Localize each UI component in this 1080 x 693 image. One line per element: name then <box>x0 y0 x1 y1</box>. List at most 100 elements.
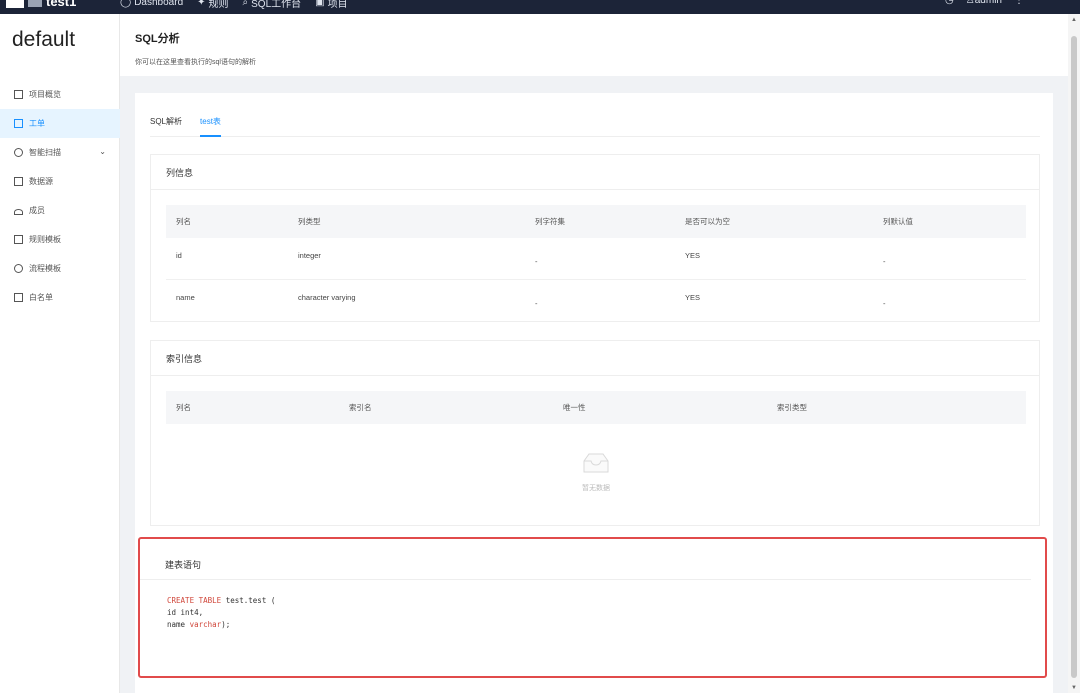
table-cell: id <box>176 251 182 260</box>
column-header: 索引名 <box>349 403 372 412</box>
chevron-down-icon[interactable]: ⌄ <box>99 147 106 156</box>
tab-bar: SQL解析 test表 <box>150 113 1040 137</box>
column-header: 列名 <box>176 217 191 226</box>
scroll-down-icon[interactable]: ▼ <box>1071 685 1077 691</box>
create-table-code[interactable]: CREATE TABLE test.test ( id int4, name v… <box>167 595 275 631</box>
app-name: test1 <box>46 0 77 9</box>
sql-text: ); <box>221 620 231 629</box>
sql-text: id int4, <box>167 608 204 617</box>
sidebar: default 项目概览 工单 智能扫描 ⌄ 数据源 成员 规则模板 流程模板 … <box>0 14 120 693</box>
scrollbar-thumb[interactable] <box>1071 36 1077 678</box>
table-cell: - <box>883 257 886 266</box>
sidebar-item-flow-template[interactable]: 流程模板 <box>0 254 120 283</box>
sidebar-item-overview[interactable]: 项目概览 <box>0 80 120 109</box>
table-header: 列名 索引名 唯一性 索引类型 <box>166 391 1026 424</box>
tab-test-table[interactable]: test表 <box>200 113 221 137</box>
nav-sql-workbench[interactable]: ⌕ SQL工作台 <box>243 0 302 10</box>
logo-mark-icon <box>6 0 24 8</box>
sidebar-item-scan[interactable]: 智能扫描 ⌄ <box>0 138 120 167</box>
table-cell: character varying <box>298 293 356 302</box>
app-logo[interactable]: test1 <box>6 0 76 9</box>
create-table-panel: 建表语句 CREATE TABLE test.test ( id int4, n… <box>138 537 1047 678</box>
sidebar-item-label: 规则模板 <box>29 235 61 244</box>
page-header: SQL分析 你可以在这里查看执行的sql语句的解析 <box>120 14 1068 76</box>
project-icon: ▣ <box>315 0 325 8</box>
nav-sql-label: SQL工作台 <box>251 0 302 10</box>
columns-panel-title: 列信息 <box>151 155 1039 190</box>
flow-template-icon <box>14 264 23 273</box>
datasource-icon <box>14 177 23 186</box>
page-title: SQL分析 <box>135 33 180 45</box>
sidebar-item-label: 工单 <box>29 119 45 128</box>
sidebar-item-label: 白名单 <box>29 293 53 302</box>
create-table-panel-title: 建表语句 <box>140 549 1031 580</box>
nav-project[interactable]: ▣ 项目 <box>315 0 347 10</box>
nav-dashboard-label: Dashboard <box>134 0 184 8</box>
sidebar-item-datasource[interactable]: 数据源 <box>0 167 120 196</box>
table-cell: YES <box>685 251 701 260</box>
empty-text: 暂无数据 <box>582 485 610 492</box>
empty-box-icon <box>583 453 609 473</box>
sidebar-item-label: 成员 <box>29 206 45 215</box>
columns-table: 列名 列类型 列字符集 是否可以为空 列默认值 id integer - YES… <box>166 205 1026 322</box>
index-table: 列名 索引名 唯一性 索引类型 暂无数据 <box>166 391 1026 521</box>
workorder-icon <box>14 119 23 128</box>
column-header: 列类型 <box>298 217 321 226</box>
rule-template-icon <box>14 235 23 244</box>
top-right: ◷ ♙admin ⋮ <box>945 0 1024 6</box>
table-cell: - <box>535 299 538 308</box>
clock-icon[interactable]: ◷ <box>945 0 954 6</box>
index-panel-title: 索引信息 <box>151 341 1039 376</box>
dashboard-icon: ◯ <box>120 0 132 8</box>
sql-keyword: varchar <box>189 620 222 629</box>
page-description: 你可以在这里查看执行的sql语句的解析 <box>135 59 256 66</box>
sql-text: test.test ( <box>221 596 276 605</box>
logo-mark-secondary-icon <box>28 0 42 7</box>
sidebar-item-members[interactable]: 成员 <box>0 196 120 225</box>
sidebar-item-workorder[interactable]: 工单 <box>0 109 120 138</box>
table-cell: YES <box>685 293 701 302</box>
column-header: 是否可以为空 <box>685 217 730 226</box>
project-name[interactable]: default <box>12 28 75 52</box>
rules-icon: ✦ <box>197 0 206 8</box>
sidebar-item-label: 数据源 <box>29 177 53 186</box>
nav-dashboard[interactable]: ◯ Dashboard <box>120 0 183 10</box>
search-icon: ⌕ <box>242 0 249 8</box>
sql-keyword: CREATE TABLE <box>167 596 222 605</box>
sidebar-item-label: 流程模板 <box>29 264 61 273</box>
column-header: 列名 <box>176 403 191 412</box>
nav-project-label: 项目 <box>327 0 348 10</box>
columns-panel: 列信息 列名 列类型 列字符集 是否可以为空 列默认值 id integer -… <box>150 154 1040 322</box>
user-menu[interactable]: ♙admin <box>966 0 1002 6</box>
whitelist-icon <box>14 293 23 302</box>
top-navbar: test1 ◯ Dashboard ✦ 规则 ⌕ SQL工作台 ▣ 项目 ◷ ♙admi… <box>0 0 1080 14</box>
index-panel: 索引信息 列名 索引名 唯一性 索引类型 暂无数据 <box>150 340 1040 526</box>
sql-text: name <box>167 620 190 629</box>
column-header: 唯一性 <box>563 403 586 412</box>
sidebar-menu: 项目概览 工单 智能扫描 ⌄ 数据源 成员 规则模板 流程模板 白名单 <box>0 80 120 312</box>
scroll-up-icon[interactable]: ▲ <box>1071 17 1077 23</box>
table-cell: - <box>535 257 538 266</box>
overview-icon <box>14 90 23 99</box>
member-icon <box>14 209 23 215</box>
top-nav: ◯ Dashboard ✦ 规则 ⌕ SQL工作台 ▣ 项目 <box>120 0 348 10</box>
column-header: 索引类型 <box>777 403 807 412</box>
sidebar-item-label: 项目概览 <box>29 90 61 99</box>
column-header: 列字符集 <box>535 217 565 226</box>
sidebar-item-label: 智能扫描 <box>29 148 61 157</box>
user-name: admin <box>974 0 1002 6</box>
table-row: id integer - YES - <box>166 238 1026 280</box>
tab-sql-parse[interactable]: SQL解析 <box>150 113 182 136</box>
vertical-scrollbar[interactable]: ▲ ▼ <box>1068 14 1080 693</box>
more-icon[interactable]: ⋮ <box>1014 0 1024 6</box>
nav-rules-label: 规则 <box>208 0 229 10</box>
sidebar-item-whitelist[interactable]: 白名单 <box>0 283 120 312</box>
empty-state: 暂无数据 <box>166 424 1026 514</box>
table-cell: name <box>176 293 195 302</box>
nav-rules[interactable]: ✦ 规则 <box>197 0 228 10</box>
table-row: name character varying - YES - <box>166 280 1026 322</box>
sidebar-item-rule-template[interactable]: 规则模板 <box>0 225 120 254</box>
column-header: 列默认值 <box>883 217 913 226</box>
table-cell: integer <box>298 251 321 260</box>
scan-icon <box>14 148 23 157</box>
